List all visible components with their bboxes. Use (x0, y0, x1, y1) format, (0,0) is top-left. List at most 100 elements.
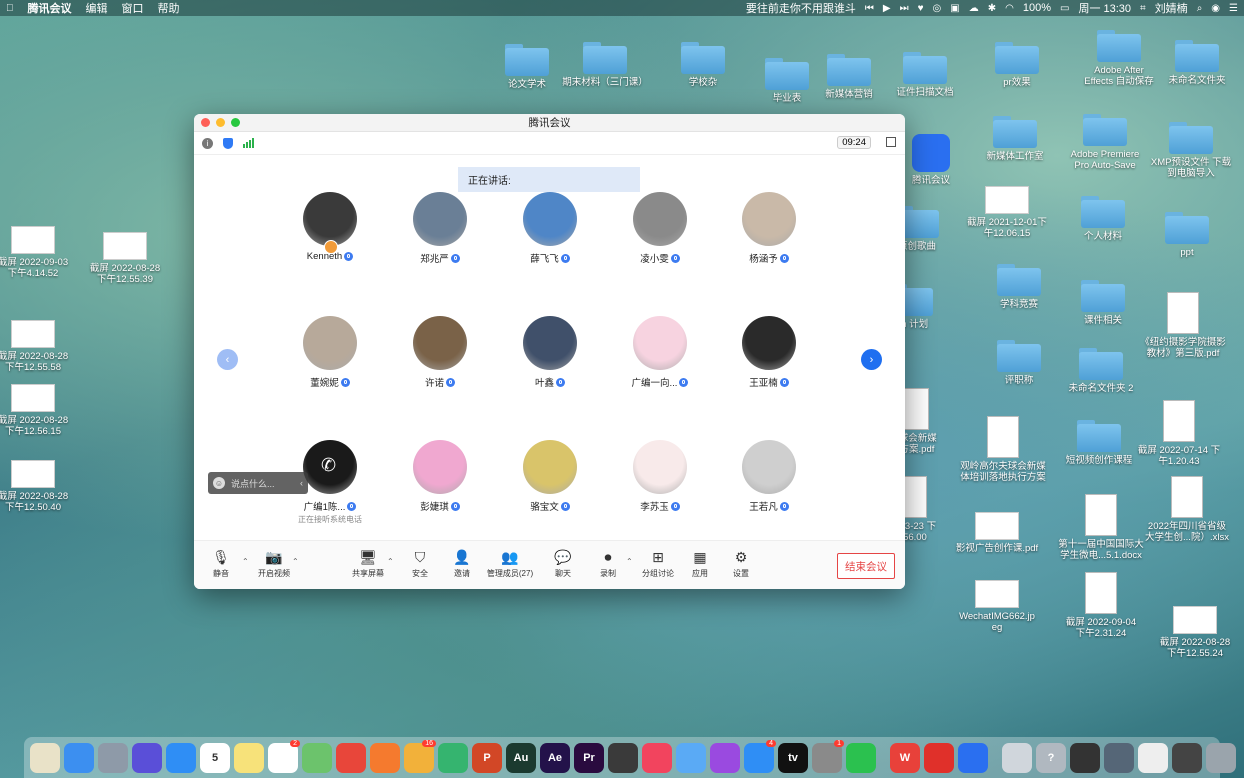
participant-tile[interactable]: 王亚楠 (719, 316, 819, 389)
siri-icon[interactable]: ◉ (1211, 3, 1220, 14)
screen-thumb-2-icon[interactable] (1104, 742, 1134, 773)
chat-input[interactable]: 说点什么... (231, 477, 294, 490)
menu-app-name[interactable]: 腾讯会议 (28, 0, 72, 16)
safari-icon[interactable] (166, 742, 196, 773)
shield-icon[interactable] (223, 137, 233, 149)
wechat-icon[interactable] (846, 742, 876, 773)
participant-tile[interactable]: 凌小雯 (610, 192, 710, 265)
apple-tv-icon[interactable]: tv (778, 742, 808, 773)
desktop-item[interactable]: 截屏 2022-08-28 下午12.50.40 (0, 460, 78, 513)
finder-icon[interactable] (64, 742, 94, 773)
close-window-button[interactable] (201, 118, 210, 127)
music-icon[interactable] (642, 742, 672, 773)
desktop-item[interactable]: 2022年四川省省级 大学生创...院）.xlsx (1142, 476, 1232, 543)
photos-icon[interactable]: 16 (404, 739, 436, 773)
info-icon[interactable]: i (202, 137, 213, 149)
desktop-item[interactable]: pr效果 (972, 42, 1062, 88)
previous-track-icon[interactable]: ⏮ (865, 3, 874, 14)
share-options-chevron-icon[interactable]: ⌃ (387, 557, 394, 566)
desktop-item[interactable]: Adobe After Effects 自动保存 (1074, 30, 1164, 87)
desktop-item[interactable]: 截屏 2022-08-28 下午12.55.39 (80, 232, 170, 285)
apple-icon[interactable]:  (6, 3, 14, 14)
cloud-status-icon[interactable]: ☁ (969, 3, 979, 14)
preview-icon[interactable] (1002, 742, 1032, 773)
desktop-item[interactable]: 短视频创作课程 (1054, 420, 1144, 466)
infuse-icon[interactable] (438, 742, 468, 773)
end-meeting-button[interactable]: 结束会议 (837, 553, 895, 579)
participant-tile[interactable]: 杨涵予 (719, 192, 819, 265)
desktop-item[interactable]: 截屏 2022-08-28 下午12.55.58 (0, 320, 78, 373)
user-name[interactable]: 刘婧楠 (1155, 0, 1188, 16)
participant-tile[interactable]: 薛飞飞 (500, 192, 600, 265)
tencent-meeting-icon[interactable] (958, 742, 988, 773)
desktop-item[interactable]: 截屏 2022-09-03 下午4.14.52 (0, 226, 78, 279)
desktop-item[interactable]: 截屏 2022-09-04 下午2.31.24 (1056, 572, 1146, 639)
next-track-icon[interactable]: ⏭ (900, 3, 909, 14)
netease-music-icon[interactable] (924, 742, 954, 773)
participant-tile[interactable]: 骆宝文 (500, 440, 600, 513)
reminders-icon[interactable]: 2 (268, 739, 300, 773)
desktop-item[interactable]: 未命名文件夹 (1152, 40, 1242, 86)
system-preferences-icon[interactable]: 1 (812, 739, 844, 773)
desktop-item[interactable]: Adobe Premiere Pro Auto-Save (1060, 114, 1150, 171)
audio-options-chevron-icon[interactable]: ⌃ (242, 557, 249, 566)
notes-doc-icon[interactable] (30, 742, 60, 773)
firefox-icon[interactable] (370, 742, 400, 773)
battery-icon[interactable]: ▭ (1060, 3, 1069, 14)
help-icon[interactable]: ? (1036, 742, 1066, 773)
participant-tile[interactable]: 叶鑫 (500, 316, 600, 389)
desktop-item[interactable]: 第十一届中国国际大 学生微电...5.1.docx (1056, 494, 1146, 561)
heart-icon[interactable]: ♥ (918, 3, 924, 14)
desktop-item[interactable]: XMP预设文件 下载 到电脑导入 (1146, 122, 1236, 179)
record-button[interactable]: ⏺ 录制 (586, 549, 630, 579)
manage-members-button[interactable]: 👥 管理成员(27) (487, 549, 533, 579)
emoji-icon[interactable]: ☺ (213, 477, 225, 489)
previous-page-button[interactable]: ‹ (217, 349, 238, 370)
apps-button[interactable]: ▦ 应用 (678, 549, 722, 579)
security-button[interactable]: ⛉ 安全 (398, 549, 442, 579)
input-method-icon[interactable]: ⌗ (1140, 3, 1146, 14)
bluetooth-icon[interactable]: ✱ (988, 3, 996, 14)
audition-icon[interactable]: Au (506, 742, 536, 773)
menu-help[interactable]: 帮助 (158, 0, 180, 16)
participant-tile[interactable]: 广编一向... (610, 316, 710, 389)
desktop-item[interactable]: 课件相关 (1058, 280, 1148, 326)
fullscreen-icon[interactable] (886, 137, 896, 147)
wifi-icon[interactable]: ◠ (1005, 3, 1014, 14)
notes-icon[interactable] (234, 742, 264, 773)
participant-tile[interactable]: 郑兆严 (390, 192, 490, 265)
play-icon[interactable]: ▶ (883, 3, 891, 14)
minimize-window-button[interactable] (216, 118, 225, 127)
siri-icon[interactable] (132, 742, 162, 773)
desktop-item[interactable]: 截屏 2022-08-28 下午12.55.24 (1150, 606, 1240, 659)
control-center-icon[interactable]: ☰ (1229, 3, 1238, 14)
xmind-icon[interactable] (336, 742, 366, 773)
premiere-icon[interactable]: Pr (574, 742, 604, 773)
collapse-chevron-icon[interactable]: ‹ (300, 478, 303, 488)
powerpoint-icon[interactable]: P (472, 742, 502, 773)
app-store-icon[interactable]: 4 (744, 739, 776, 773)
desktop-item[interactable]: ppt (1142, 212, 1232, 258)
wps-icon[interactable]: W (890, 742, 920, 773)
menu-edit[interactable]: 编辑 (86, 0, 108, 16)
desktop-item[interactable]: 论文学术 (482, 44, 572, 90)
podcasts-icon[interactable] (710, 742, 740, 773)
desktop-item[interactable]: 个人材料 (1058, 196, 1148, 242)
screen-thumb-1-icon[interactable] (1070, 742, 1100, 773)
breakout-rooms-button[interactable]: ⊞ 分组讨论 (636, 549, 680, 579)
desktop-item[interactable]: 证件扫描文档 (880, 52, 970, 98)
desktop-item[interactable]: 未命名文件夹 2 (1056, 348, 1146, 394)
final-cut-icon[interactable] (608, 742, 638, 773)
mute-button[interactable]: 🎙 静音 (199, 549, 243, 579)
participant-tile[interactable]: Kenneth (280, 192, 380, 262)
icloud-icon[interactable] (676, 742, 706, 773)
record-options-chevron-icon[interactable]: ⌃ (626, 557, 633, 566)
desktop-item[interactable]: 截屏 2022-07-14 下 午1.20.43 (1134, 400, 1224, 467)
participant-tile[interactable]: 李苏玉 (610, 440, 710, 513)
maps-icon[interactable] (302, 742, 332, 773)
screen-thumb-3-icon[interactable] (1172, 742, 1202, 773)
invite-button[interactable]: 👤 邀请 (440, 549, 484, 579)
window-titlebar[interactable]: 腾讯会议 (194, 114, 905, 132)
desktop-item[interactable]: 新媒体工作室 (970, 116, 1060, 162)
share-screen-button[interactable]: 🖥 共享屏幕 (346, 549, 390, 579)
